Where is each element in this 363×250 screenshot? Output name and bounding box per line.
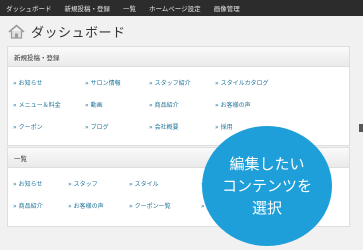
new-post-link-blog[interactable]: ブログ bbox=[85, 122, 109, 131]
list-link-staff[interactable]: スタッフ bbox=[68, 179, 98, 188]
list-link-style[interactable]: スタイル bbox=[129, 179, 159, 188]
new-post-link-video[interactable]: 動画 bbox=[85, 100, 103, 109]
new-post-link-company[interactable]: 会社概要 bbox=[149, 122, 179, 131]
page-title: ダッシュボード bbox=[31, 26, 126, 41]
topbar-dashboard[interactable]: ダッシュボード bbox=[6, 3, 52, 13]
home-icon bbox=[8, 24, 25, 39]
admin-topbar: ダッシュボード 新規投稿・登録 一覧 ホームページ設定 画像管理 bbox=[0, 0, 363, 16]
bubble-line-3: 選択 bbox=[251, 199, 282, 217]
new-post-link-voices[interactable]: お客様の声 bbox=[215, 100, 251, 109]
page-header: ダッシュボード bbox=[8, 22, 126, 41]
new-post-link-menu[interactable]: メニュー＆料金 bbox=[13, 100, 61, 109]
bubble-line-2: コンテンツを bbox=[221, 177, 312, 195]
topbar-homepage-settings[interactable]: ホームページ設定 bbox=[149, 3, 201, 13]
new-post-link-staff[interactable]: スタッフ紹介 bbox=[149, 78, 191, 87]
list-link-voices[interactable]: お客様の声 bbox=[68, 201, 104, 210]
new-post-panel-header: 新規投稿・登録 bbox=[8, 47, 349, 67]
new-post-link-news[interactable]: お知らせ bbox=[13, 78, 43, 87]
new-post-link-coupon[interactable]: クーポン bbox=[13, 122, 43, 131]
new-post-link-salon[interactable]: サロン情報 bbox=[85, 78, 121, 87]
right-edge-marker bbox=[359, 124, 363, 132]
new-post-link-style-catalog[interactable]: スタイルカタログ bbox=[215, 78, 269, 87]
topbar-list[interactable]: 一覧 bbox=[123, 3, 136, 13]
bubble-line-1: 編集したい bbox=[229, 155, 305, 173]
new-post-link-products[interactable]: 商品紹介 bbox=[149, 100, 179, 109]
topbar-new-post[interactable]: 新規投稿・登録 bbox=[65, 3, 111, 13]
new-post-panel: 新規投稿・登録 お知らせ サロン情報 スタッフ紹介 スタイルカタログ メニュー＆… bbox=[7, 46, 350, 146]
instruction-bubble: 編集したい コンテンツを 選択 bbox=[202, 126, 332, 246]
new-post-link-recruit[interactable]: 採用 bbox=[215, 122, 233, 131]
list-link-coupons[interactable]: クーポン一覧 bbox=[129, 201, 171, 210]
topbar-image-management[interactable]: 画像管理 bbox=[214, 3, 240, 13]
list-link-news[interactable]: お知らせ bbox=[13, 179, 43, 188]
list-link-products[interactable]: 商品紹介 bbox=[13, 201, 43, 210]
